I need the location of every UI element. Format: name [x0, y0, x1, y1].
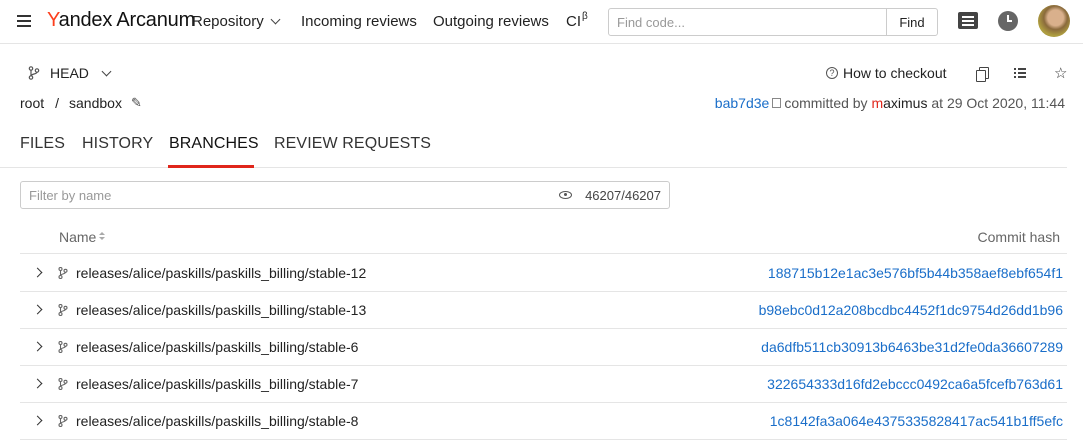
- breadcrumb-current: sandbox: [69, 95, 122, 111]
- chevron-right-icon[interactable]: [32, 304, 43, 315]
- branch-name[interactable]: releases/alice/paskills/paskills_billing…: [76, 376, 358, 392]
- tab-history[interactable]: HISTORY: [82, 135, 153, 153]
- breadcrumb-root[interactable]: root: [20, 95, 44, 111]
- clock-icon[interactable]: [998, 11, 1018, 31]
- branch-icon: [58, 267, 68, 279]
- commit-hash-link[interactable]: 322654333d16fd2ebccc0492ca6a5fcefb763d61: [767, 376, 1063, 392]
- list-icon[interactable]: [958, 12, 978, 29]
- nav-incoming-reviews[interactable]: Incoming reviews: [301, 13, 417, 30]
- nav-repository[interactable]: Repository: [192, 13, 281, 30]
- branch-name[interactable]: releases/alice/paskills/paskills_billing…: [76, 302, 366, 318]
- table-row: releases/alice/paskills/paskills_billing…: [20, 366, 1067, 403]
- logo[interactable]: Yandex Arcanum: [47, 9, 195, 32]
- hash-column-header: Commit hash: [977, 229, 1060, 245]
- breadcrumb: root / sandbox ✎: [20, 95, 142, 111]
- branch-icon: [58, 304, 68, 316]
- active-tab-indicator: [168, 165, 254, 168]
- branch-filter: 46207/46207: [20, 181, 670, 209]
- bullet-list-icon[interactable]: [1014, 67, 1026, 80]
- copy-icon[interactable]: [772, 98, 782, 108]
- tab-bar: FILES HISTORY BRANCHES REVIEW REQUESTS: [0, 120, 1067, 168]
- tab-review-requests[interactable]: REVIEW REQUESTS: [274, 135, 431, 153]
- table-row: releases/alice/paskills/paskills_billing…: [20, 255, 1067, 292]
- table-row: releases/alice/paskills/paskills_billing…: [20, 403, 1067, 440]
- commit-hash-link[interactable]: 188715b12e1ac3e576bf5b44b358aef8ebf654f1: [768, 265, 1063, 281]
- commit-hash-link[interactable]: 1c8142fa3a064e4375335828417ac541b1ff5efc: [770, 413, 1063, 429]
- nav-ci[interactable]: CIβ: [566, 11, 588, 30]
- branch-icon: [28, 66, 40, 80]
- commit-hash-link[interactable]: bab7d3e: [715, 95, 770, 111]
- code-search: Find: [608, 8, 938, 36]
- table-header: Name Commit hash: [20, 218, 1067, 254]
- avatar[interactable]: [1038, 5, 1070, 37]
- find-button[interactable]: Find: [886, 9, 937, 35]
- last-commit-info: bab7d3e committed by maximus at 29 Oct 2…: [714, 95, 1065, 111]
- search-input[interactable]: [609, 9, 886, 35]
- branch-name[interactable]: releases/alice/paskills/paskills_billing…: [76, 339, 358, 355]
- pencil-icon[interactable]: ✎: [131, 95, 142, 111]
- commit-hash-link[interactable]: b98ebc0d12a208bcdbc4452f1dc9754d26dd1b96: [759, 302, 1063, 318]
- name-column-header[interactable]: Name: [59, 229, 106, 245]
- chevron-down-icon: [270, 14, 281, 25]
- commit-hash-link[interactable]: da6dfb511cb30913b6463be31d2fe0da36607289: [761, 339, 1063, 355]
- commit-author[interactable]: maximus: [871, 95, 927, 111]
- sort-icon: [99, 232, 106, 242]
- branch-ref-label: HEAD: [50, 65, 89, 81]
- chevron-right-icon[interactable]: [32, 267, 43, 278]
- tab-branches[interactable]: BRANCHES: [169, 135, 259, 153]
- how-to-checkout-link[interactable]: ? How to checkout: [826, 65, 947, 81]
- commit-date: at 29 Oct 2020, 11:44: [931, 95, 1065, 111]
- eye-icon: [559, 191, 572, 199]
- tab-files[interactable]: FILES: [20, 135, 65, 153]
- branch-name[interactable]: releases/alice/paskills/paskills_billing…: [76, 265, 366, 281]
- star-icon[interactable]: ☆: [1054, 64, 1067, 82]
- menu-icon[interactable]: [17, 15, 31, 27]
- nav-outgoing-reviews[interactable]: Outgoing reviews: [433, 13, 549, 30]
- question-icon: ?: [826, 67, 838, 79]
- branch-selector[interactable]: HEAD: [28, 65, 112, 81]
- filter-count: 46207/46207: [585, 188, 661, 203]
- branch-name[interactable]: releases/alice/paskills/paskills_billing…: [76, 413, 358, 429]
- chevron-right-icon[interactable]: [32, 415, 43, 426]
- chevron-down-icon: [101, 66, 112, 76]
- branch-icon: [58, 378, 68, 390]
- filter-input[interactable]: [21, 182, 541, 208]
- table-row: releases/alice/paskills/paskills_billing…: [20, 292, 1067, 329]
- copy-icon[interactable]: [976, 67, 989, 82]
- breadcrumb-separator: /: [55, 95, 60, 111]
- branch-icon: [58, 415, 68, 427]
- chevron-right-icon[interactable]: [32, 378, 43, 389]
- branch-icon: [58, 341, 68, 353]
- table-row: releases/alice/paskills/paskills_billing…: [20, 329, 1067, 366]
- top-nav: Yandex Arcanum Repository Incoming revie…: [0, 0, 1083, 44]
- chevron-right-icon[interactable]: [32, 341, 43, 352]
